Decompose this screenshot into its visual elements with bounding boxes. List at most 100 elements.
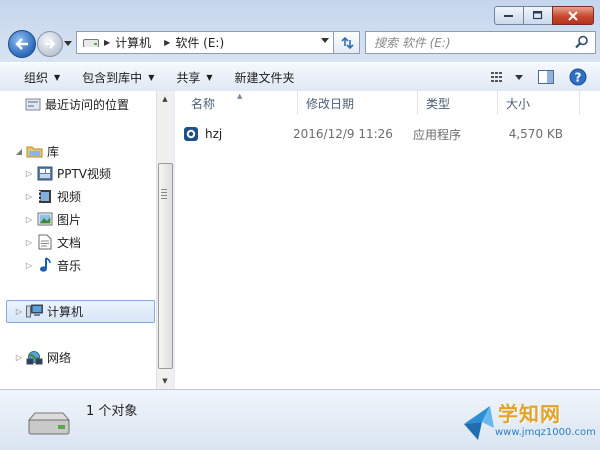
organize-menu-button[interactable]: 组织 ▼	[16, 65, 68, 89]
sidebar-item-documents[interactable]: ▷ 文档	[24, 232, 81, 252]
share-menu-button[interactable]: 共享 ▼	[168, 65, 220, 89]
music-note-icon	[36, 257, 53, 273]
breadcrumb-separator-icon: ▶	[164, 38, 171, 47]
minimize-icon	[504, 14, 513, 17]
refresh-button[interactable]	[333, 31, 360, 54]
video-icon	[36, 188, 53, 204]
column-label: 修改日期	[306, 96, 355, 111]
preview-pane-icon	[538, 70, 554, 84]
command-bar: 组织 ▼ 包含到库中 ▼ 共享 ▼ 新建文件夹 ?	[0, 62, 600, 92]
address-bar[interactable]: ▶ 计算机 ▶ 软件 (E:)	[76, 31, 334, 54]
sidebar-item-network[interactable]: ▷ 网络	[14, 347, 71, 367]
maximize-button[interactable]	[523, 6, 553, 25]
watermark-logo: 学知网 www.jmqz1000.com	[460, 398, 596, 448]
view-controls: ?	[484, 66, 592, 88]
expand-arrow-icon[interactable]: ▷	[14, 307, 24, 316]
scroll-up-arrow-icon[interactable]: ▲	[157, 91, 173, 107]
sidebar-item-computer[interactable]: ▷ 计算机	[14, 301, 83, 321]
navigation-bar: ▶ 计算机 ▶ 软件 (E:)	[0, 28, 600, 58]
table-row[interactable]: hzj 2016/12/9 11:26 应用程序 4,570 KB	[183, 123, 583, 145]
share-label: 共享	[176, 70, 201, 85]
minimize-button[interactable]	[494, 6, 524, 25]
chevron-down-icon	[64, 40, 72, 46]
drive-icon	[83, 38, 99, 47]
watermark-title: 学知网	[498, 402, 561, 426]
column-label: 类型	[426, 96, 451, 111]
sidebar-item-label: PPTV视频	[57, 166, 112, 181]
arrow-right-icon	[45, 39, 56, 49]
sidebar-item-label: 图片	[57, 212, 82, 227]
close-icon	[568, 10, 578, 21]
sidebar-item-recent[interactable]: 最近访问的位置	[24, 94, 129, 114]
search-icon[interactable]	[575, 35, 589, 49]
computer-icon	[26, 303, 43, 319]
hard-drive-icon	[27, 412, 71, 435]
navigation-pane: 最近访问的位置 ◢ 库 ▷ PPTV视频 ▷ 视频 ▷ 图片 ▷ 文档 ▷ 音乐…	[0, 91, 156, 389]
breadcrumb-label: 软件 (E:)	[175, 36, 225, 50]
sidebar-item-label: 视频	[57, 189, 82, 204]
chevron-down-icon	[515, 74, 523, 80]
scroll-down-arrow-icon[interactable]: ▼	[157, 373, 173, 389]
breadcrumb-separator-icon: ▶	[104, 38, 111, 47]
navigation-pane-scrollbar[interactable]: ▲ ▼	[156, 91, 173, 389]
breadcrumb-item-computer[interactable]: ▶ 计算机	[104, 34, 159, 51]
chevron-down-icon: ▼	[148, 72, 155, 82]
expand-arrow-icon[interactable]: ▷	[14, 353, 24, 362]
details-pane: 1 个对象 学知网 www.jmqz1000.com	[0, 389, 600, 450]
chevron-down-icon[interactable]	[321, 38, 329, 43]
file-name: hzj	[205, 127, 223, 141]
expand-arrow-icon[interactable]: ▷	[24, 261, 34, 270]
forward-button[interactable]	[37, 31, 63, 57]
sort-ascending-icon: ▲	[237, 92, 243, 100]
document-icon	[36, 234, 53, 250]
include-in-library-label: 包含到库中	[82, 70, 143, 85]
view-options-dropdown[interactable]	[512, 66, 526, 88]
recent-places-icon	[24, 96, 41, 112]
view-list-icon	[491, 72, 502, 82]
new-folder-button[interactable]: 新建文件夹	[227, 65, 303, 89]
collapse-arrow-icon[interactable]: ◢	[14, 147, 24, 156]
file-type: 应用程序	[413, 127, 462, 142]
picture-icon	[36, 211, 53, 227]
help-button[interactable]: ?	[564, 66, 592, 88]
sidebar-item-pictures[interactable]: ▷ 图片	[24, 209, 81, 229]
organize-label: 组织	[24, 70, 49, 85]
watermark-url: www.jmqz1000.com	[495, 427, 596, 438]
refresh-icon	[340, 36, 354, 49]
sidebar-item-label: 最近访问的位置	[45, 97, 130, 112]
column-label: 大小	[506, 96, 531, 111]
column-label: 名称	[191, 96, 216, 111]
expand-arrow-icon[interactable]: ▷	[24, 215, 34, 224]
include-in-library-button[interactable]: 包含到库中 ▼	[74, 65, 162, 89]
column-header-date[interactable]: 修改日期	[298, 91, 418, 115]
window-caption-buttons	[494, 6, 594, 25]
expand-arrow-icon[interactable]: ▷	[24, 192, 34, 201]
close-button[interactable]	[552, 6, 594, 25]
sidebar-item-libraries[interactable]: ◢ 库	[14, 141, 59, 161]
preview-pane-button[interactable]	[532, 66, 560, 88]
breadcrumb-item-drive[interactable]: ▶ 软件 (E:)	[164, 34, 232, 51]
column-header-type[interactable]: 类型	[418, 91, 498, 115]
scrollbar-grip	[161, 189, 167, 201]
arrow-left-icon	[15, 38, 28, 50]
back-button[interactable]	[8, 30, 36, 58]
column-header-size[interactable]: 大小	[498, 91, 580, 115]
breadcrumb-label: 计算机	[115, 36, 152, 50]
new-folder-label: 新建文件夹	[234, 70, 295, 85]
expand-arrow-icon[interactable]: ▷	[24, 238, 34, 247]
help-icon: ?	[569, 68, 587, 86]
history-dropdown[interactable]	[63, 36, 73, 50]
sidebar-item-music[interactable]: ▷ 音乐	[24, 255, 81, 275]
sidebar-item-pptv[interactable]: ▷ PPTV视频	[24, 163, 111, 183]
search-input[interactable]	[372, 34, 566, 51]
expand-arrow-icon[interactable]: ▷	[24, 169, 34, 178]
search-box	[365, 31, 596, 54]
item-count-text: 1 个对象	[86, 404, 138, 419]
watermark-logo-icon	[464, 406, 494, 440]
file-date: 2016/12/9 11:26	[293, 127, 393, 141]
explorer-window: ▶ 计算机 ▶ 软件 (E:) 组织 ▼ 包含到库中 ▼	[0, 0, 600, 450]
change-view-button[interactable]	[484, 66, 512, 88]
pptv-video-icon	[36, 165, 53, 181]
sidebar-item-videos[interactable]: ▷ 视频	[24, 186, 81, 206]
file-name-cell: hzj	[183, 126, 293, 142]
